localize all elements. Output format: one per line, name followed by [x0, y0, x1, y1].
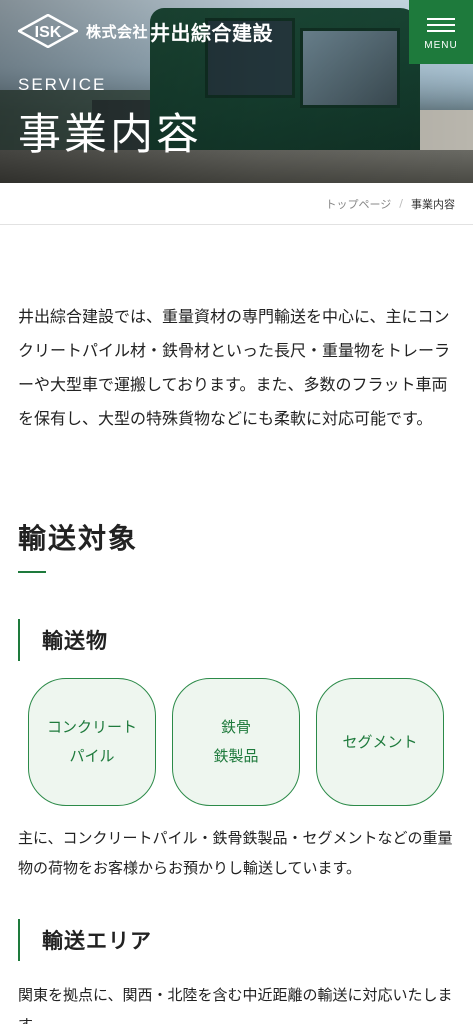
- breadcrumb-home-link[interactable]: トップページ: [326, 196, 392, 212]
- breadcrumb-separator: /: [399, 197, 403, 210]
- hamburger-icon: [427, 14, 455, 36]
- svg-text:ISK: ISK: [35, 24, 62, 41]
- area-heading: 輸送エリア: [18, 919, 152, 961]
- menu-button[interactable]: MENU: [409, 0, 473, 64]
- cargo-item-segment: セグメント: [316, 678, 444, 806]
- section-title-underline: [18, 571, 46, 573]
- page-title: 事業内容: [18, 110, 202, 160]
- company-name: 井出綜合建設: [150, 20, 274, 45]
- breadcrumb-current: 事業内容: [411, 197, 455, 211]
- cargo-heading: 輸送物: [18, 619, 108, 661]
- section-title: 輸送対象: [18, 522, 139, 555]
- hero-banner: ISK 株式会社 井出綜合建設 SERVICE 事業内容: [0, 0, 473, 183]
- cargo-item-concrete-pile: コンクリート パイル: [28, 678, 156, 806]
- cargo-description: 主に、コンクリートパイル・鉄骨鉄製品・セグメントなどの重量物の荷物をお客様からお…: [18, 829, 453, 877]
- menu-label: MENU: [424, 39, 458, 51]
- breadcrumb: トップページ / 事業内容: [0, 183, 473, 225]
- hero-eyebrow: SERVICE: [18, 75, 107, 94]
- cargo-item-steel: 鉄骨 鉄製品: [172, 678, 300, 806]
- cargo-list: コンクリート パイル 鉄骨 鉄製品 セグメント: [28, 678, 444, 806]
- site-logo[interactable]: ISK 株式会社 井出綜合建設: [16, 13, 274, 49]
- intro-text: 井出綜合建設では、重量資材の専門輸送を中心に、主にコンクリートパイル材・鉄骨材と…: [18, 307, 451, 428]
- isk-logo-icon: ISK: [16, 13, 80, 49]
- area-description: 関東を拠点に、関西・北陸を含む中近距離の輸送に対応いたします。: [18, 986, 453, 1024]
- company-prefix: 株式会社: [86, 22, 149, 41]
